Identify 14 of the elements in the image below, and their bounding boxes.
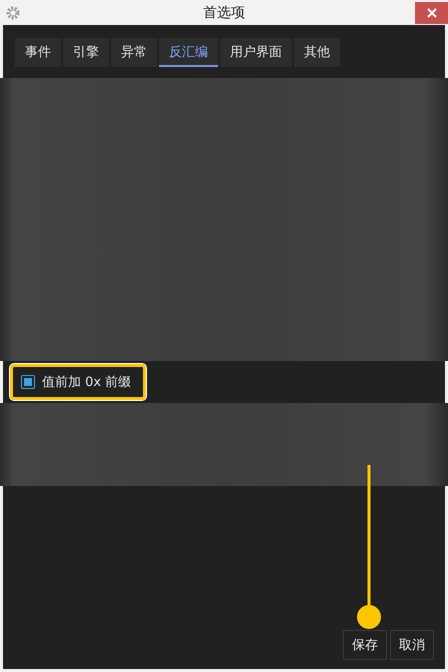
- tab[interactable]: 异常: [111, 38, 157, 67]
- window-title: 首选项: [203, 4, 245, 22]
- checkbox[interactable]: [21, 375, 35, 389]
- cancel-button[interactable]: 取消: [390, 630, 434, 660]
- tab[interactable]: 反汇编: [159, 38, 218, 67]
- close-icon: [426, 8, 436, 18]
- tab[interactable]: 引擎: [63, 38, 109, 67]
- tab[interactable]: 用户界面: [220, 38, 292, 67]
- checkbox-label: 值前加 0x 前缀: [42, 374, 132, 391]
- tab[interactable]: 其他: [294, 38, 340, 67]
- gear-icon: [6, 6, 20, 20]
- tab[interactable]: 事件: [15, 38, 61, 67]
- save-button[interactable]: 保存: [343, 630, 387, 660]
- close-button[interactable]: [415, 2, 448, 24]
